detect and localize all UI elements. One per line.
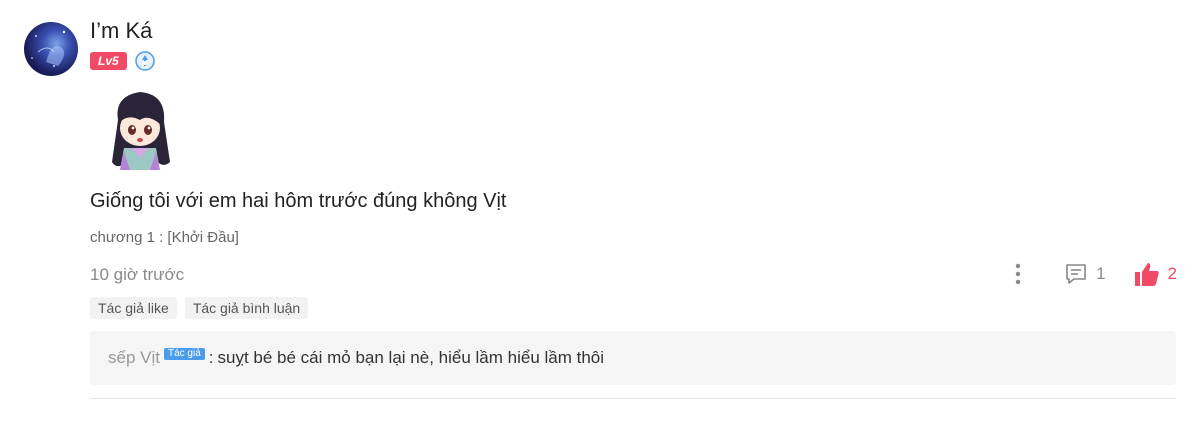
like-count: 2: [1167, 264, 1177, 283]
reply-item: sếp Vịt Tác giả : suỵt bé bé cái mỏ bạn …: [90, 348, 604, 368]
author-tag-badge: Tác giả: [163, 348, 205, 360]
comment-actions: 1 2: [1004, 260, 1177, 288]
chapter-link[interactable]: chương 1 : [Khởi Đầu]: [90, 229, 239, 246]
avatar[interactable]: [24, 22, 78, 76]
like-button[interactable]: 2: [1134, 261, 1177, 287]
more-options-button[interactable]: [1004, 260, 1032, 288]
timestamp: 10 giờ trước: [90, 265, 185, 284]
tag-author-comment: Tác giả bình luận: [184, 297, 309, 319]
reply-separator: :: [208, 348, 214, 367]
level-badge: Lv5: [90, 52, 127, 70]
reply-box[interactable]: sếp Vịt Tác giả : suỵt bé bé cái mỏ bạn …: [90, 331, 1176, 385]
more-vertical-icon: [1015, 263, 1021, 285]
reply-button[interactable]: 1: [1064, 262, 1106, 286]
sticker-image: [104, 86, 180, 174]
reply-author[interactable]: sếp Vịt: [108, 348, 160, 368]
tag-list: Tác giả like Tác giả bình luận: [90, 297, 309, 319]
reply-count: 1: [1096, 264, 1106, 283]
thumbs-up-icon: [1134, 263, 1159, 286]
user-badges: Lv5: [90, 51, 155, 71]
comment-text: Giống tôi với em hai hôm trước đúng khôn…: [90, 190, 507, 212]
username[interactable]: I’m Ká: [90, 18, 152, 44]
comment-icon: [1066, 264, 1086, 284]
medal-icon: [134, 51, 155, 71]
comment-card: I’m Ká Lv5 Giống tôi với em hai hôm trướ…: [0, 0, 1199, 436]
tag-author-like: Tác giả like: [90, 297, 177, 319]
divider: [90, 398, 1176, 399]
reply-text: suỵt bé bé cái mỏ bạn lại nè, hiểu lầm h…: [217, 348, 605, 367]
